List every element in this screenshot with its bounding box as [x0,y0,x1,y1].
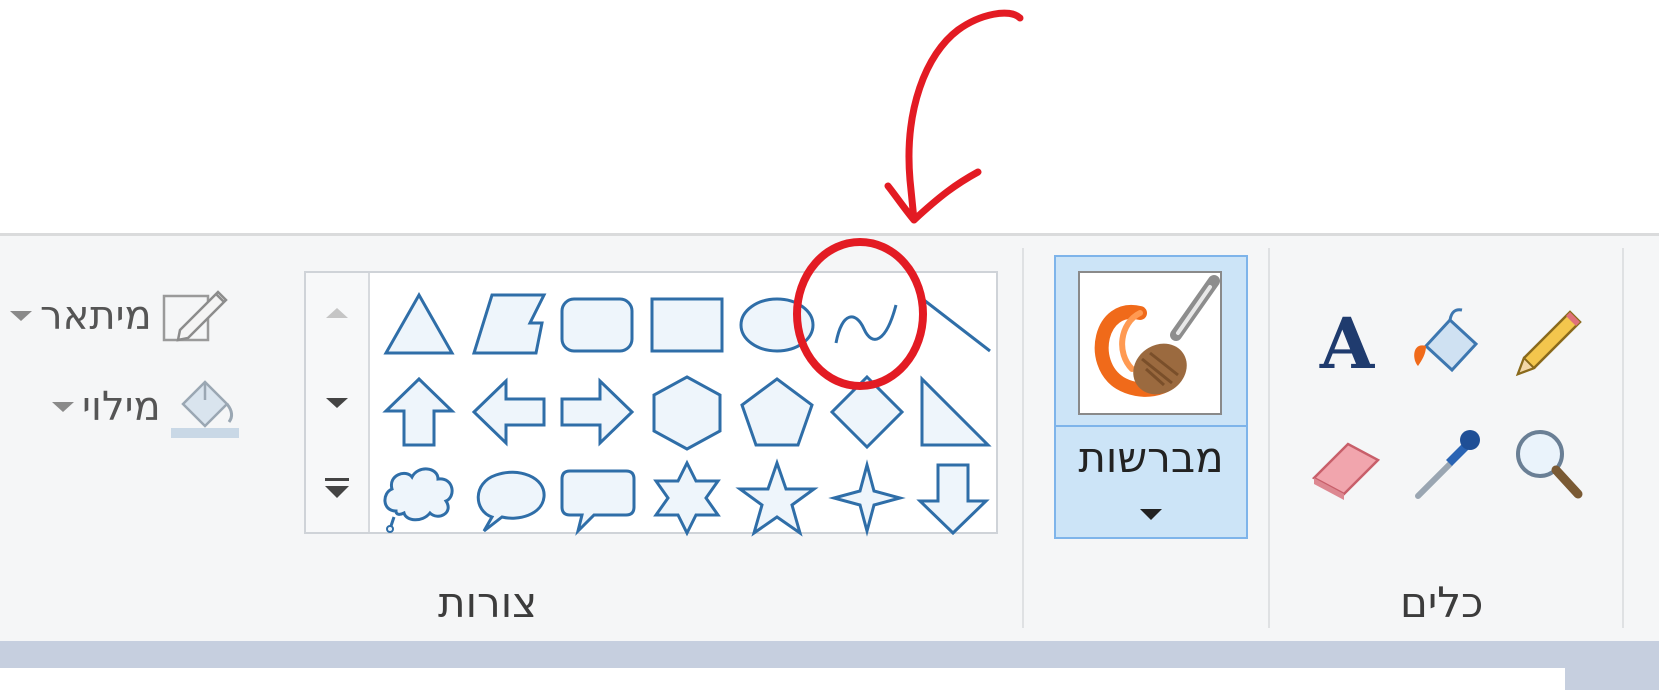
outline-label: מיתאר [40,293,152,339]
rounded-rectangle-shape-icon[interactable] [554,281,640,367]
brushes-label: מברשות [1078,433,1224,482]
svg-text:A: A [1319,302,1376,385]
fill-dropdown[interactable]: מילוי [52,370,241,444]
split-button-divider [1056,425,1246,427]
gallery-scrollbar [306,273,370,532]
gallery-scroll-down-button[interactable] [306,363,368,443]
diamond-shape-icon[interactable] [824,369,910,455]
fill-bucket-icon [169,370,241,444]
triangle-shape-icon[interactable] [376,281,462,367]
gallery-expand-button[interactable] [306,451,368,531]
chevron-up-icon [326,308,348,318]
oval-shape-icon[interactable] [734,281,820,367]
tools-group-label: כלים [1400,578,1484,627]
brush-icon [1078,271,1222,415]
fill-with-color-icon[interactable] [1404,300,1490,386]
curve-shape-icon[interactable] [824,281,910,367]
expand-more-icon [324,478,350,504]
four-point-star-shape-icon[interactable] [824,455,910,541]
color-picker-icon[interactable] [1404,420,1490,506]
pencil-tool-icon[interactable] [1504,300,1590,386]
pentagon-shape-icon[interactable] [734,369,820,455]
outline-dropdown[interactable]: מיתאר [10,282,232,350]
cloud-callout-shape-icon[interactable] [376,455,462,541]
left-arrow-shape-icon[interactable] [466,369,552,455]
hexagon-shape-icon[interactable] [644,369,730,455]
eraser-tool-icon[interactable] [1304,420,1390,506]
magnifier-icon[interactable] [1504,420,1590,506]
right-triangle-shape-icon[interactable] [910,369,996,455]
rect-callout-shape-icon[interactable] [554,455,640,541]
down-arrow-shape-icon[interactable] [910,455,996,541]
group-separator [1268,248,1270,628]
chevron-down-icon [326,398,348,408]
chevron-down-icon [10,311,32,321]
line-shape-icon[interactable] [910,281,996,367]
up-arrow-shape-icon[interactable] [376,369,462,455]
outline-pencil-icon [160,282,232,350]
shapes-group-label: צורות [438,578,538,627]
oval-callout-shape-icon[interactable] [466,455,552,541]
brushes-button[interactable]: מברשות [1054,255,1248,539]
rectangle-shape-icon[interactable] [644,281,730,367]
gallery-scroll-up-button[interactable] [306,273,368,353]
drawing-canvas[interactable] [0,668,1565,690]
text-tool-icon[interactable]: A [1304,300,1390,386]
six-point-star-shape-icon[interactable] [644,455,730,541]
fill-label: מילוי [82,384,161,430]
right-arrow-shape-icon[interactable] [554,369,640,455]
chevron-down-icon [52,402,74,412]
trapezoid-shape-icon[interactable] [466,281,552,367]
canvas-top-area [0,0,1659,233]
shapes-gallery [304,271,998,537]
group-separator [1022,248,1024,628]
group-separator [1622,248,1624,628]
five-point-star-shape-icon[interactable] [734,455,820,541]
chevron-down-icon [1140,509,1162,520]
